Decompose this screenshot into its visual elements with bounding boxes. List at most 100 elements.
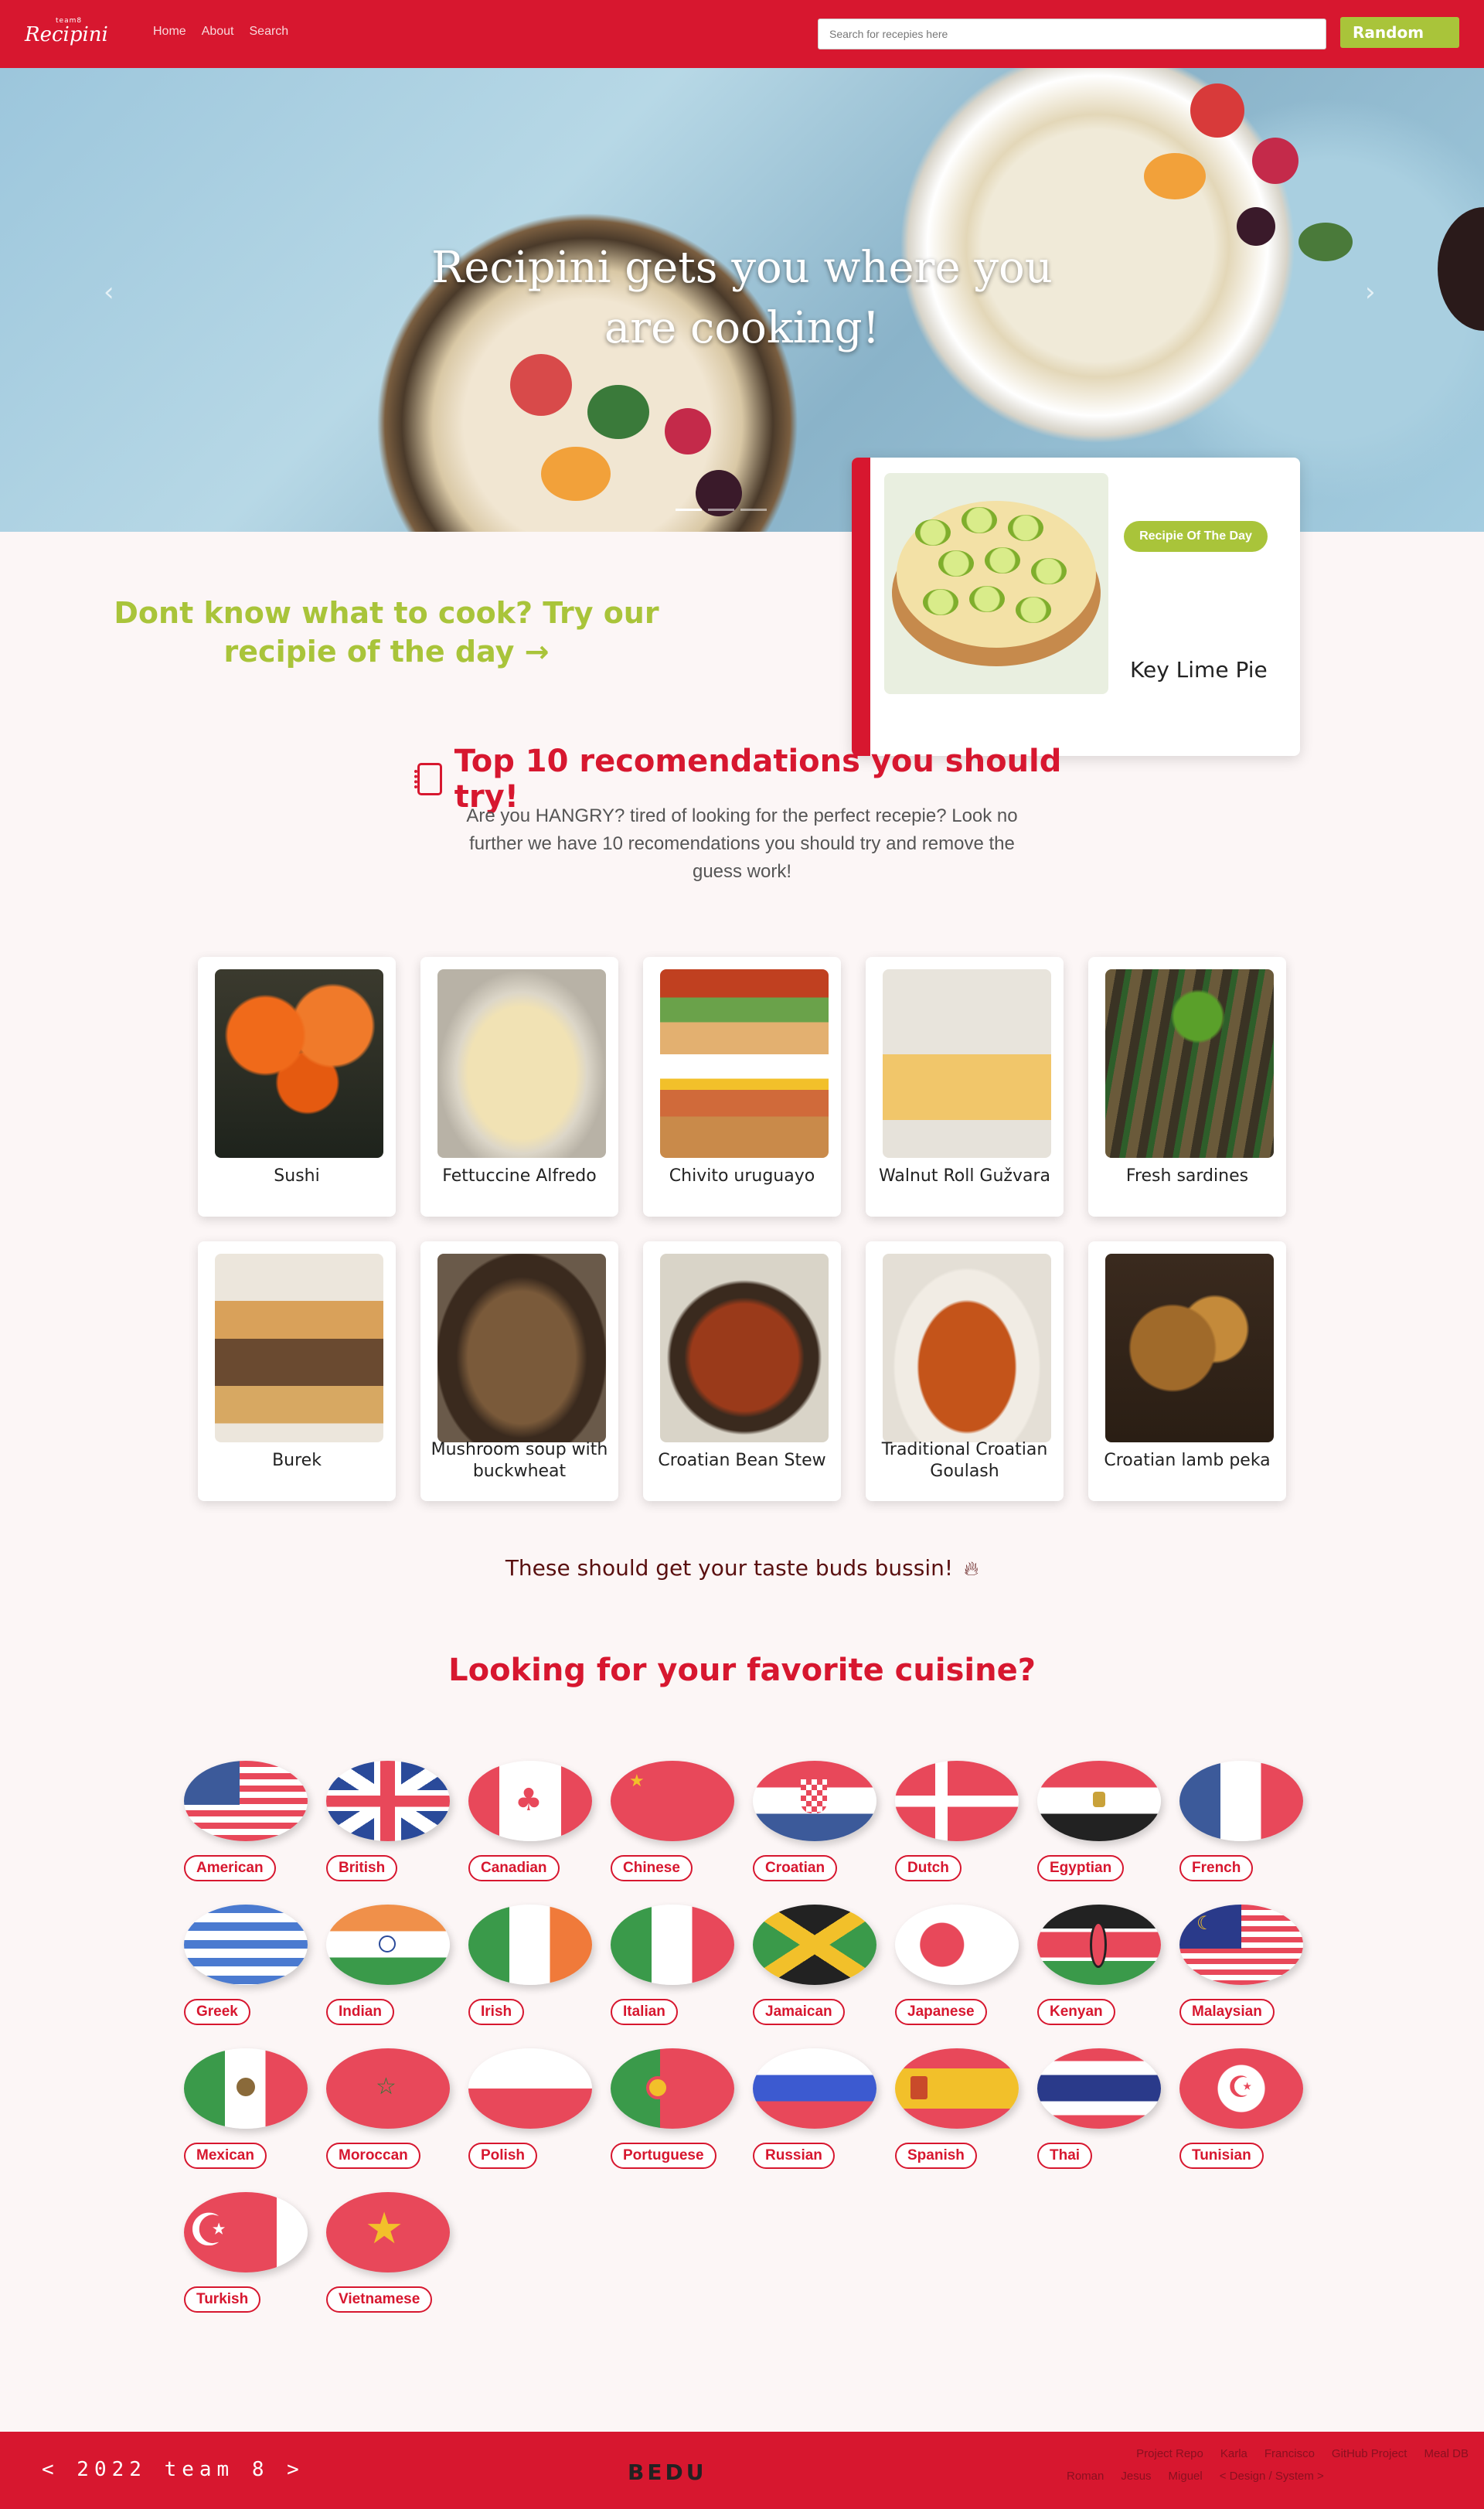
cuisine-thai[interactable]: Thai <box>1034 2048 1166 2172</box>
cuisine-label[interactable]: Spanish <box>895 2143 977 2169</box>
cuisine-label[interactable]: Canadian <box>468 1855 560 1881</box>
cuisine-label[interactable]: Italian <box>611 1999 678 2025</box>
cuisine-label[interactable]: Tunisian <box>1179 2143 1264 2169</box>
cuisine-jamaican[interactable]: Jamaican <box>750 1905 881 2028</box>
nav-home-link[interactable]: Home <box>153 25 186 39</box>
hero-title: Recipini gets you where you are cooking! <box>431 243 1053 353</box>
cuisine-label[interactable]: Jamaican <box>753 1999 845 2025</box>
cuisine-chinese[interactable]: ★ Chinese <box>608 1761 739 1884</box>
cuisine-kenyan[interactable]: Kenyan <box>1034 1905 1166 2028</box>
recommendation-card[interactable]: Sushi <box>198 957 396 1217</box>
recommendation-card[interactable]: Chivito uruguayo <box>643 957 841 1217</box>
cuisine-american[interactable]: American <box>181 1761 312 1884</box>
recommendation-card[interactable]: Croatian Bean Stew <box>643 1241 841 1501</box>
carousel-indicator[interactable] <box>740 509 767 511</box>
recipe-of-day-card[interactable]: Recipie Of The Day Key Lime Pie <box>852 458 1300 756</box>
cuisine-label[interactable]: British <box>326 1855 398 1881</box>
search-input[interactable] <box>818 19 1326 49</box>
japan-flag-icon <box>895 1905 1019 1985</box>
cuisine-indian[interactable]: Indian <box>323 1905 454 2028</box>
carousel-next-icon[interactable]: › <box>1365 277 1376 308</box>
cuisine-portuguese[interactable]: Portuguese <box>608 2048 739 2172</box>
recommendation-card[interactable]: Fettuccine Alfredo <box>420 957 618 1217</box>
ireland-flag-icon <box>468 1905 592 1985</box>
cuisine-egyptian[interactable]: Egyptian <box>1034 1761 1166 1884</box>
recommendation-card[interactable]: Burek <box>198 1241 396 1501</box>
cuisine-vietnamese[interactable]: ★ Vietnamese <box>323 2192 454 2316</box>
cuisine-label[interactable]: Turkish <box>184 2286 261 2313</box>
cuisine-label[interactable]: Dutch <box>895 1855 962 1881</box>
cuisine-label[interactable]: French <box>1179 1855 1254 1881</box>
cuisine-label[interactable]: Chinese <box>611 1855 693 1881</box>
cuisine-japanese[interactable]: Japanese <box>892 1905 1023 2028</box>
cuisine-polish[interactable]: Polish <box>465 2048 597 2172</box>
recipe-of-day-cta[interactable]: Dont know what to cook? Try our recipie … <box>108 594 665 671</box>
cuisine-heading: Looking for your favorite cuisine? <box>448 1653 1036 1688</box>
footer-logo: BEDU <box>628 2460 707 2485</box>
cuisine-label[interactable]: Irish <box>468 1999 525 2025</box>
bussin-text: These should get your taste buds bussin!… <box>433 1555 1051 1581</box>
footer-link-karla[interactable]: Karla <box>1220 2447 1247 2460</box>
cuisine-moroccan[interactable]: ☆ Moroccan <box>323 2048 454 2172</box>
cuisine-dutch[interactable]: Dutch <box>892 1761 1023 1884</box>
walnut-roll-image <box>883 969 1051 1158</box>
footer-link-miguel[interactable]: Miguel <box>1169 2470 1203 2483</box>
cuisine-malaysian[interactable]: ☾ Malaysian <box>1176 1905 1308 2028</box>
strawberry-decoration <box>1190 83 1244 138</box>
denmark-flag-icon <box>895 1761 1019 1841</box>
footer-link-github-project[interactable]: GitHub Project <box>1332 2447 1407 2460</box>
cuisine-label[interactable]: Egyptian <box>1037 1855 1125 1881</box>
footer-link-francisco[interactable]: Francisco <box>1264 2447 1315 2460</box>
footer-link-design-system[interactable]: < Design / System > <box>1220 2470 1324 2483</box>
cuisine-tunisian[interactable]: ☪ Tunisian <box>1176 2048 1308 2172</box>
recommendation-name: Sushi <box>274 1166 320 1186</box>
recommendation-name: Croatian Bean Stew <box>658 1451 826 1470</box>
carousel-indicator[interactable] <box>708 509 734 511</box>
cuisine-label[interactable]: Vietnamese <box>326 2286 433 2313</box>
cuisine-label[interactable]: Thai <box>1037 2143 1093 2169</box>
cuisine-british[interactable]: British <box>323 1761 454 1884</box>
random-button[interactable]: Random <box>1340 17 1459 48</box>
mint-decoration <box>587 385 649 439</box>
nav-search-link[interactable]: Search <box>250 25 289 39</box>
poland-flag-icon <box>468 2048 592 2129</box>
recommendation-card[interactable]: Fresh sardines <box>1088 957 1286 1217</box>
carousel-prev-icon[interactable]: ‹ <box>104 277 114 308</box>
cuisine-label[interactable]: Moroccan <box>326 2143 420 2169</box>
cuisine-label[interactable]: Russian <box>753 2143 835 2169</box>
recommendation-card[interactable]: Mushroom soup with buckwheat <box>420 1241 618 1501</box>
cuisine-canadian[interactable]: ♣ Canadian <box>465 1761 597 1884</box>
cuisine-turkish[interactable]: ☪ Turkish <box>181 2192 312 2316</box>
bussin-label: These should get your taste buds bussin! <box>505 1555 954 1581</box>
carousel-indicator[interactable] <box>676 509 702 511</box>
cuisine-croatian[interactable]: Croatian <box>750 1761 881 1884</box>
cuisine-label[interactable]: Croatian <box>753 1855 838 1881</box>
cuisine-italian[interactable]: Italian <box>608 1905 739 2028</box>
cuisine-label[interactable]: Japanese <box>895 1999 987 2025</box>
cuisine-label[interactable]: Indian <box>326 1999 394 2025</box>
cuisine-label[interactable]: Malaysian <box>1179 1999 1275 2025</box>
cuisine-label[interactable]: Portuguese <box>611 2143 716 2169</box>
cuisine-russian[interactable]: Russian <box>750 2048 881 2172</box>
recommendation-card[interactable]: Croatian lamb peka <box>1088 1241 1286 1501</box>
footer-link-meal-db[interactable]: Meal DB <box>1424 2447 1469 2460</box>
cuisine-label[interactable]: American <box>184 1855 276 1881</box>
recommendation-card[interactable]: Walnut Roll Gužvara <box>866 957 1064 1217</box>
cuisine-irish[interactable]: Irish <box>465 1905 597 2028</box>
footer-link-jesus[interactable]: Jesus <box>1121 2470 1151 2483</box>
cuisine-greek[interactable]: Greek <box>181 1905 312 2028</box>
cuisine-french[interactable]: French <box>1176 1761 1308 1884</box>
logo[interactable]: team8 Recipini <box>25 14 108 54</box>
recommendation-name: Fettuccine Alfredo <box>442 1166 597 1186</box>
cuisine-label[interactable]: Mexican <box>184 2143 267 2169</box>
cuisine-label[interactable]: Greek <box>184 1999 250 2025</box>
footer-link-roman[interactable]: Roman <box>1067 2470 1104 2483</box>
footer: < 2022 team 8 > BEDU Project Repo Karla … <box>0 2432 1484 2509</box>
cuisine-mexican[interactable]: Mexican <box>181 2048 312 2172</box>
cuisine-label[interactable]: Kenyan <box>1037 1999 1115 2025</box>
cuisine-label[interactable]: Polish <box>468 2143 538 2169</box>
nav-about-link[interactable]: About <box>202 25 234 39</box>
footer-link-project-repo[interactable]: Project Repo <box>1136 2447 1203 2460</box>
cuisine-spanish[interactable]: Spanish <box>892 2048 1023 2172</box>
recommendation-card[interactable]: Traditional Croatian Goulash <box>866 1241 1064 1501</box>
